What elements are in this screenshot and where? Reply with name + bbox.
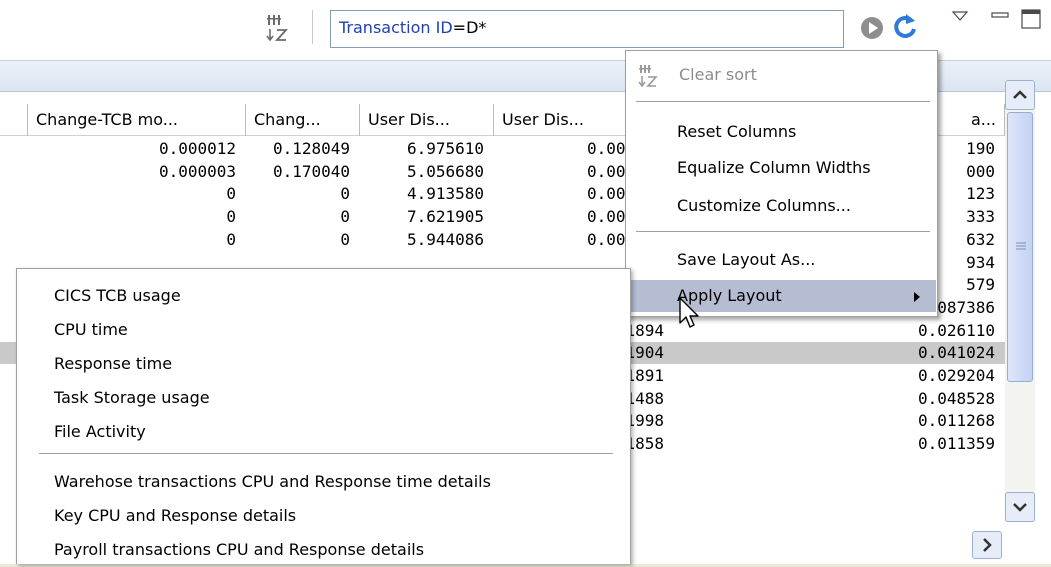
layout-item-task-storage-usage[interactable]: Task Storage usage bbox=[18, 381, 629, 415]
filter-input[interactable]: Transaction ID=D* bbox=[330, 10, 844, 48]
table-cell: 5.944086 bbox=[406, 229, 484, 249]
sort-az-icon bbox=[638, 65, 658, 88]
minimize-icon[interactable] bbox=[990, 8, 1010, 24]
table-cell: 6.975610 bbox=[406, 139, 484, 158]
menu-separator bbox=[636, 231, 930, 232]
refresh-icon[interactable] bbox=[890, 12, 920, 42]
view-menu-icon[interactable] bbox=[950, 8, 970, 24]
menu-item-label: Apply Layout bbox=[677, 286, 782, 305]
run-icon[interactable] bbox=[860, 16, 884, 40]
toolbar-separator bbox=[312, 10, 313, 44]
table-cell: 0 bbox=[226, 184, 236, 204]
table-cell: 0.000003 bbox=[158, 161, 236, 181]
scroll-up-button[interactable] bbox=[1005, 80, 1035, 110]
menu-item-reset-columns[interactable]: Reset Columns bbox=[627, 116, 936, 148]
chevron-down-icon bbox=[1013, 503, 1027, 512]
table-cell: 0.048528 bbox=[917, 388, 995, 408]
table-cell: 0 bbox=[226, 229, 236, 249]
layout-item-cpu-time[interactable]: CPU time bbox=[18, 313, 629, 347]
table-cell: 0.026110 bbox=[917, 320, 995, 340]
filter-field-name: Transaction ID bbox=[339, 18, 453, 37]
table-cell: 0.041024 bbox=[917, 343, 995, 363]
table-cell: 0 bbox=[226, 207, 236, 227]
table-cell: 0.128049 bbox=[272, 139, 350, 158]
menu-item-label: Clear sort bbox=[679, 65, 757, 84]
layout-item-file-activity[interactable]: File Activity bbox=[18, 415, 629, 449]
menu-separator bbox=[39, 453, 613, 454]
filter-value: =D* bbox=[452, 18, 487, 37]
table-cell: 4.913580 bbox=[406, 184, 484, 204]
scroll-down-button[interactable] bbox=[1005, 492, 1035, 522]
column-header-leading[interactable] bbox=[0, 104, 28, 136]
layout-item-key-cpu-response[interactable]: Key CPU and Response details bbox=[18, 499, 629, 533]
sort-az-icon[interactable] bbox=[264, 12, 292, 44]
table-cell: 5.056680 bbox=[406, 161, 484, 181]
table-cell: 0.000012 bbox=[158, 139, 236, 158]
layout-item-response-time[interactable]: Response time bbox=[18, 347, 629, 381]
chevron-right-icon bbox=[983, 538, 992, 552]
menu-separator bbox=[636, 101, 930, 102]
layout-item-warehouse-transactions[interactable]: Warehose transactions CPU and Response t… bbox=[18, 465, 629, 499]
table-cell: 0 bbox=[340, 229, 350, 249]
column-header-user-dis-1[interactable]: User Dis... bbox=[360, 104, 494, 136]
column-header-chang[interactable]: Chang... bbox=[246, 104, 360, 136]
scroll-thumb[interactable] bbox=[1007, 112, 1033, 382]
table-cell: 0.170040 bbox=[272, 161, 350, 181]
menu-item-save-layout[interactable]: Save Layout As... bbox=[627, 244, 936, 276]
column-header-change-tcb[interactable]: Change-TCB mo... bbox=[28, 104, 246, 136]
column-context-menu: Clear sort Reset Columns Equalize Column… bbox=[625, 50, 938, 317]
apply-layout-submenu: CICS TCB usage CPU time Response time Ta… bbox=[16, 268, 631, 564]
table-cell: 0 bbox=[340, 184, 350, 204]
table-cell: 0 bbox=[340, 207, 350, 227]
menu-item-clear-sort[interactable]: Clear sort bbox=[627, 59, 936, 91]
layout-item-payroll-transactions[interactable]: Payroll transactions CPU and Response de… bbox=[18, 533, 629, 567]
submenu-arrow-icon bbox=[914, 292, 920, 302]
menu-item-apply-layout[interactable]: Apply Layout bbox=[627, 280, 936, 312]
menu-item-customize-columns[interactable]: Customize Columns... bbox=[627, 190, 936, 222]
table-cell: 0.029204 bbox=[917, 366, 995, 385]
vertical-scrollbar[interactable] bbox=[1005, 80, 1035, 522]
menu-item-equalize-widths[interactable]: Equalize Column Widths bbox=[627, 152, 936, 184]
maximize-icon[interactable] bbox=[1020, 8, 1042, 30]
chevron-up-icon bbox=[1013, 90, 1027, 99]
table-cell: 0.011268 bbox=[917, 411, 995, 431]
scroll-right-button[interactable] bbox=[972, 531, 1002, 559]
table-cell: 7.621905 bbox=[406, 207, 484, 227]
grip-icon bbox=[1016, 242, 1026, 250]
layout-item-cics-tcb-usage[interactable]: CICS TCB usage bbox=[18, 279, 629, 313]
table-cell: 0.011359 bbox=[917, 434, 995, 454]
